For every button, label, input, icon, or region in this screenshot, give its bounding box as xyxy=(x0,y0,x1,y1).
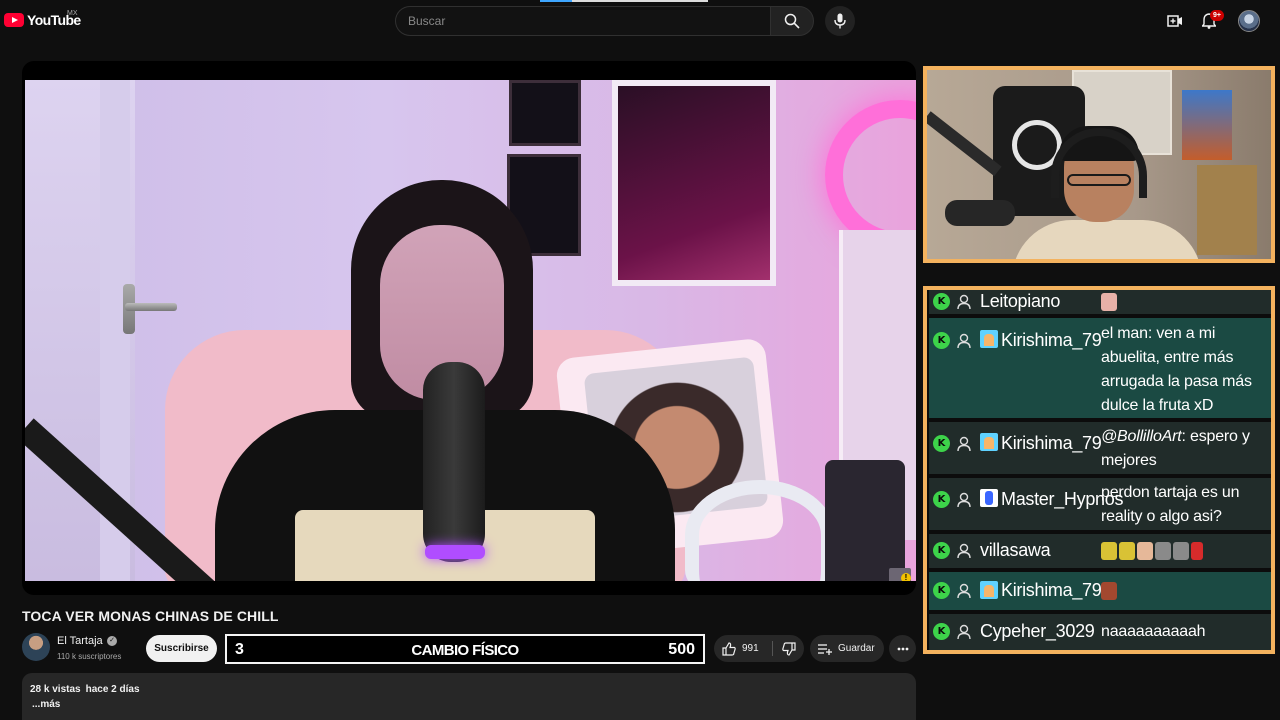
stream-goal-overlay: 3 CAMBIO FÍSICO 500 xyxy=(225,634,705,664)
emote-icon xyxy=(1191,541,1203,560)
verified-icon: ✓ xyxy=(107,636,117,646)
video-metadata: 28 k vistas hace 2 días xyxy=(30,684,145,695)
chat-text xyxy=(1101,539,1269,563)
description-box[interactable]: 28 k vistas hace 2 días ...más xyxy=(22,673,916,720)
subscriber-badge-icon xyxy=(980,433,998,451)
video-title: TOCA VER MONAS CHINAS DE CHILL xyxy=(22,608,279,624)
stream-chat: K Leitopiano K Kirishima_79 el man: ven … xyxy=(923,286,1275,654)
search-box xyxy=(395,6,771,36)
dislike-button[interactable] xyxy=(774,635,804,662)
user-icon xyxy=(957,333,971,349)
video-frame: ! xyxy=(25,80,916,581)
page-load-progress xyxy=(540,0,708,2)
notification-count-badge: 9+ xyxy=(1210,10,1224,21)
search-icon xyxy=(784,13,800,29)
chat-message: K Leitopiano xyxy=(929,290,1271,314)
upload-date: hace 2 días xyxy=(85,684,140,695)
emote-icon xyxy=(1173,541,1189,560)
chat-message: K Kirishima_79 xyxy=(929,572,1271,610)
overlay-title: CAMBIO FÍSICO xyxy=(411,642,519,659)
streamer-webcam xyxy=(923,66,1275,263)
chat-text xyxy=(1101,579,1269,603)
chat-text xyxy=(1101,290,1269,314)
channel-avatar[interactable] xyxy=(22,633,50,661)
kick-icon: K xyxy=(933,491,950,508)
chat-username: Kirishima_79 xyxy=(1001,580,1102,600)
kick-icon: K xyxy=(933,435,950,452)
kick-icon: K xyxy=(933,542,950,559)
user-icon xyxy=(957,492,971,508)
more-horizontal-icon xyxy=(897,647,908,650)
chat-message: K Master_Hypnos perdon tartaja es un rea… xyxy=(929,478,1271,530)
search-button[interactable] xyxy=(770,6,814,36)
account-avatar[interactable] xyxy=(1238,10,1260,32)
chat-message: K villasawa xyxy=(929,534,1271,568)
emote-icon xyxy=(1119,541,1135,560)
kick-icon: K xyxy=(933,623,950,640)
chat-message: K Kirishima_79 el man: ven a mi abuelita… xyxy=(929,318,1271,418)
subscriber-badge-icon xyxy=(980,581,998,599)
subscribe-button[interactable]: Suscribirse xyxy=(146,635,217,662)
like-dislike-group: 991 xyxy=(714,635,804,662)
user-icon xyxy=(957,624,971,640)
subscriber-badge-icon xyxy=(980,489,998,507)
create-icon xyxy=(1167,15,1182,27)
chat-text: @BollilloArt: espero y mejores xyxy=(1101,428,1250,469)
channel-name[interactable]: El Tartaja xyxy=(57,635,103,647)
voice-search-button[interactable] xyxy=(825,6,855,36)
user-icon xyxy=(957,436,971,452)
emote-icon xyxy=(1101,292,1117,311)
emote-icon xyxy=(1101,541,1117,560)
kick-icon: K xyxy=(933,582,950,599)
more-actions-button[interactable] xyxy=(889,635,916,662)
chat-message: K Kirishima_79 @BollilloArt: espero y me… xyxy=(929,422,1271,474)
chat-text: perdon tartaja es un reality o algo asi? xyxy=(1101,484,1240,525)
chat-message: K Cypeher_3029 naaaaaaaaaah xyxy=(929,614,1271,650)
chat-username: Leitopiano xyxy=(980,291,1061,311)
search-input[interactable] xyxy=(408,7,758,35)
emote-icon xyxy=(1137,541,1153,560)
show-more-link[interactable]: ...más xyxy=(32,699,60,710)
thumbs-up-icon xyxy=(722,641,736,656)
emote-icon xyxy=(1101,581,1117,600)
warning-icon: ! xyxy=(901,573,911,581)
chat-username: Kirishima_79 xyxy=(1001,433,1102,453)
masthead: YouTube MX 9+ xyxy=(0,0,1280,44)
subscriber-count: 110 k suscriptores xyxy=(57,652,122,661)
video-player[interactable]: ! xyxy=(22,61,916,595)
chat-mention: @BollilloArt xyxy=(1101,428,1182,445)
kick-icon: K xyxy=(933,293,950,310)
user-icon xyxy=(957,543,971,559)
playlist-add-icon xyxy=(818,643,832,655)
chat-username: Cypeher_3029 xyxy=(980,621,1095,641)
kick-icon: K xyxy=(933,332,950,349)
view-count: 28 k vistas xyxy=(30,684,81,695)
like-count: 991 xyxy=(742,643,759,654)
mic-icon xyxy=(834,13,846,29)
emote-icon xyxy=(1155,541,1171,560)
youtube-logo-icon xyxy=(4,13,24,27)
save-label: Guardar xyxy=(838,643,875,654)
create-button[interactable] xyxy=(1165,11,1185,31)
overlay-goal: 500 xyxy=(668,641,695,658)
country-code: MX xyxy=(67,10,78,17)
chat-text: el man: ven a mi abuelita, entre más arr… xyxy=(1101,325,1252,414)
thumbs-down-icon xyxy=(782,641,796,656)
chat-username: villasawa xyxy=(980,540,1051,560)
user-icon xyxy=(957,583,971,599)
user-icon xyxy=(957,294,971,310)
chat-text: naaaaaaaaaah xyxy=(1101,623,1206,640)
chat-username: Kirishima_79 xyxy=(1001,330,1102,350)
like-button[interactable]: 991 xyxy=(714,635,772,662)
subscriber-badge-icon xyxy=(980,330,998,348)
save-button[interactable]: Guardar xyxy=(810,635,884,662)
